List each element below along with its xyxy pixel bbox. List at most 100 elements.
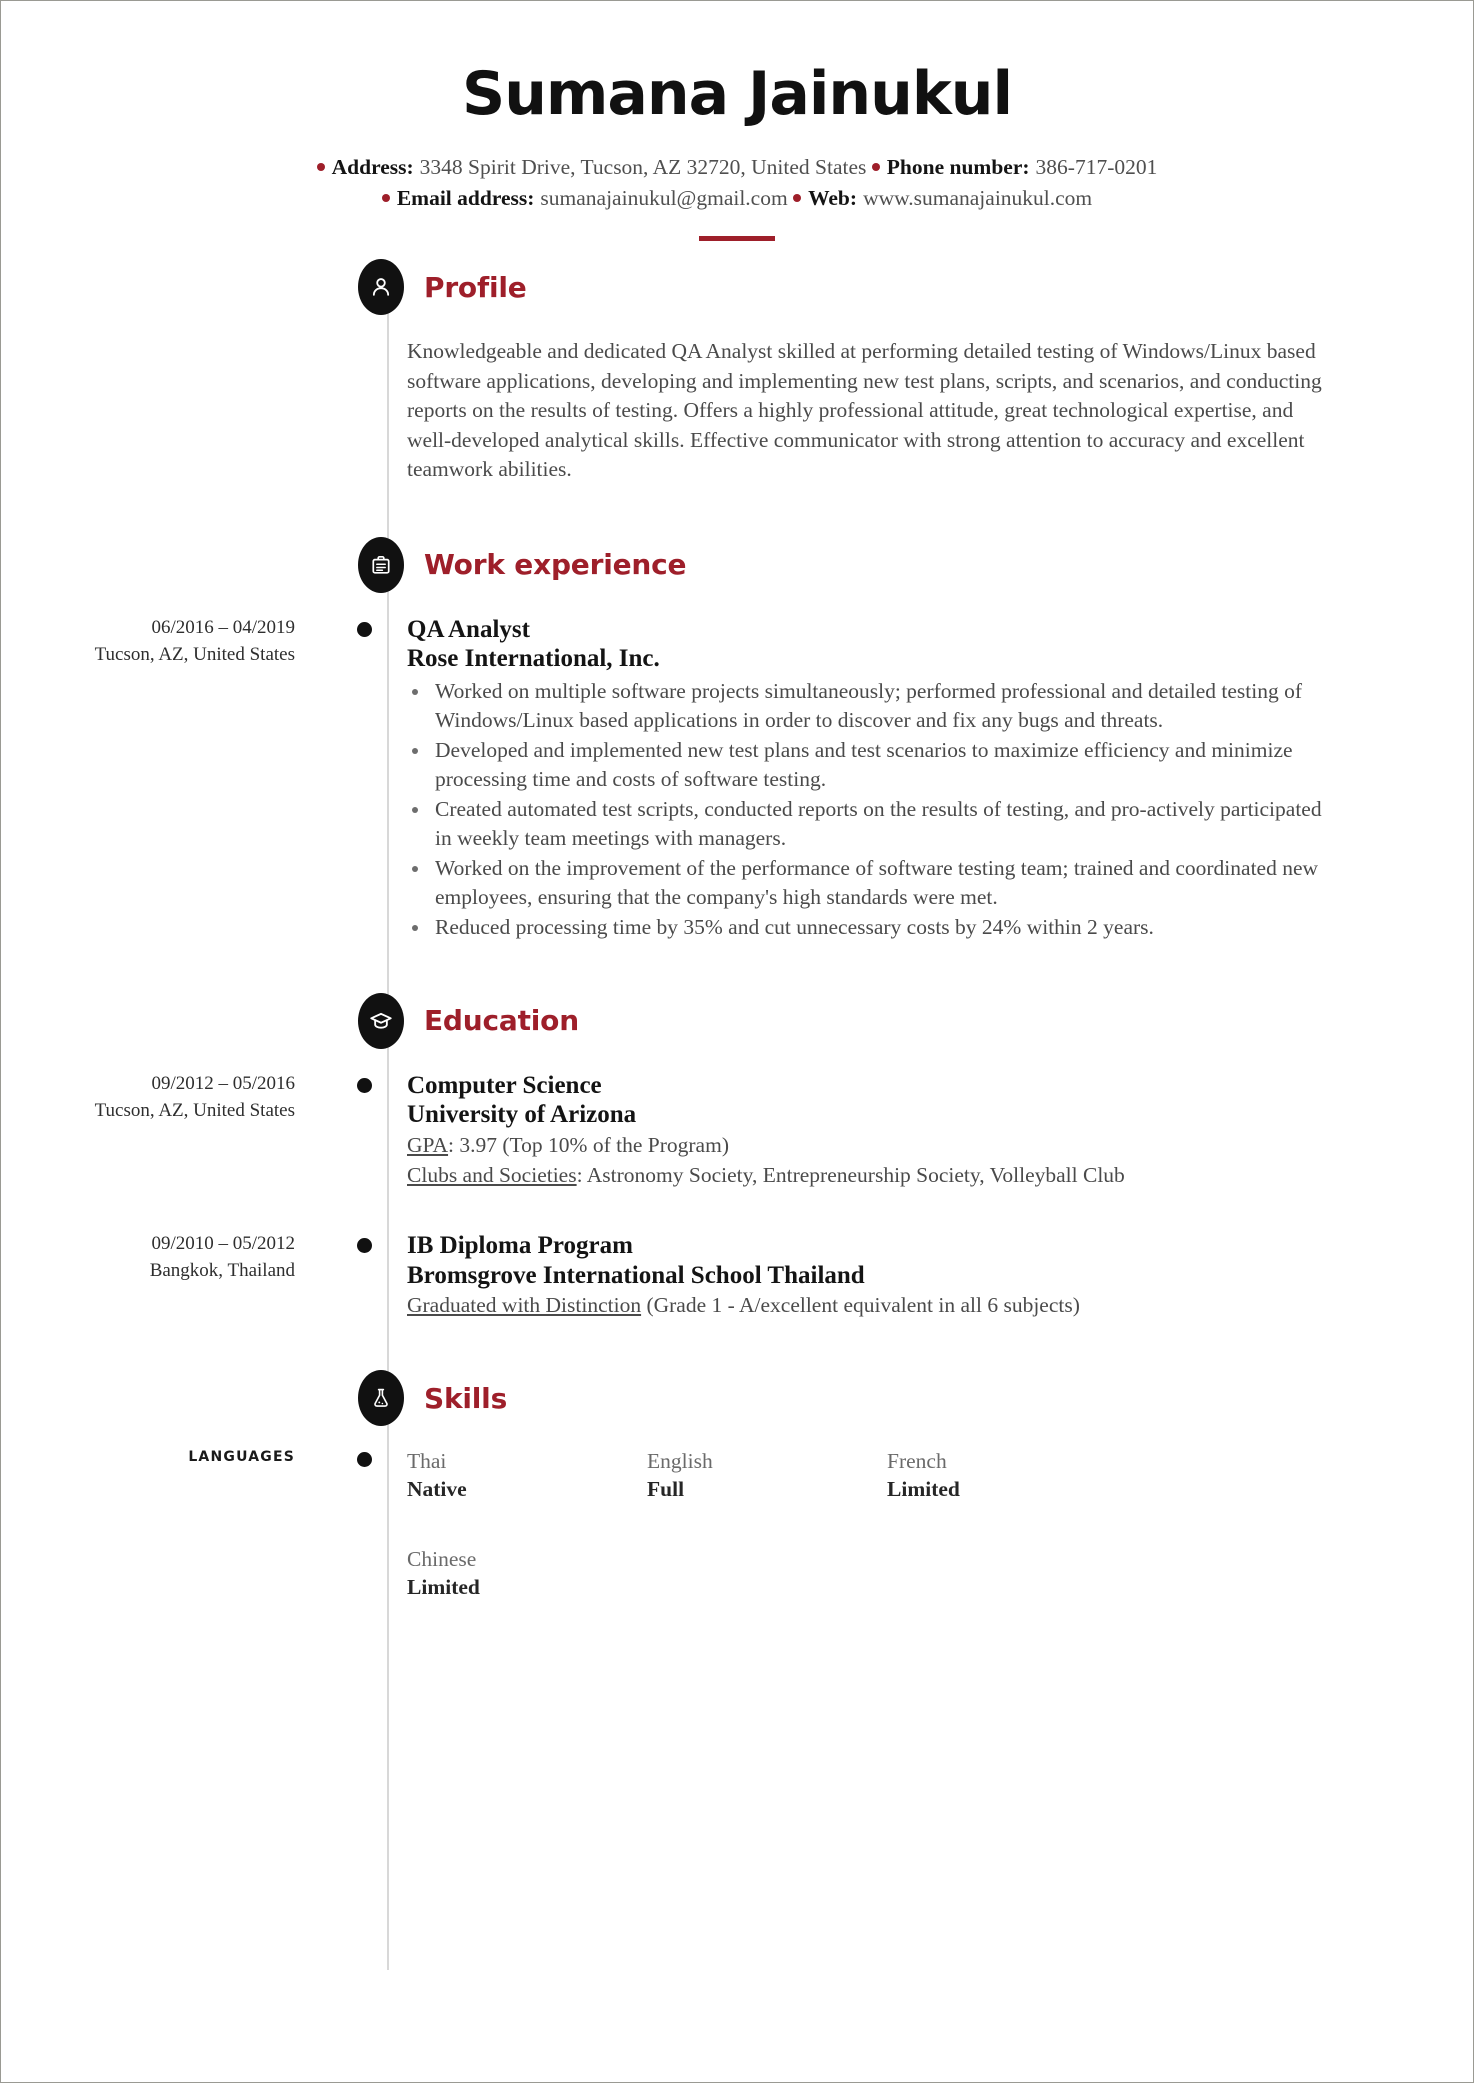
work-entry-title: QA Analyst bbox=[407, 615, 530, 643]
contact-line-1: Address: 3348 Spirit Drive, Tucson, AZ 32… bbox=[1, 152, 1473, 183]
section-profile: Profile Knowledgeable and dedicated QA A… bbox=[1, 259, 1473, 484]
language-name: French bbox=[887, 1449, 947, 1474]
section-title-profile: Profile bbox=[424, 270, 527, 304]
education-detail-value: : 3.97 (Top 10% of the Program) bbox=[448, 1132, 729, 1157]
education-entry-content: IB Diploma Program Bromsgrove Internatio… bbox=[387, 1231, 1473, 1320]
work-entry-organization: Rose International, Inc. bbox=[407, 645, 660, 673]
work-entry-location: Tucson, AZ, United States bbox=[94, 643, 295, 665]
bullet-dot-icon bbox=[316, 163, 325, 172]
contact-address-value: 3348 Spirit Drive, Tucson, AZ 32720, Uni… bbox=[419, 155, 867, 179]
section-title-work-experience: Work experience bbox=[424, 548, 687, 582]
contact-block: Address: 3348 Spirit Drive, Tucson, AZ 32… bbox=[1, 152, 1473, 214]
section-education: Education 09/2012 – 05/2016 Tucson, AZ, … bbox=[1, 992, 1473, 1320]
education-entry-node bbox=[341, 1071, 387, 1093]
section-title-education: Education bbox=[424, 1004, 579, 1038]
profile-node-col bbox=[341, 337, 387, 344]
education-detail-value: : Astronomy Society, Entrepreneurship So… bbox=[576, 1162, 1125, 1187]
education-entry-meta: 09/2012 – 05/2016 Tucson, AZ, United Sta… bbox=[1, 1071, 341, 1125]
work-entry-date: 06/2016 – 04/2019 bbox=[151, 616, 295, 638]
education-entry-degree: IB Diploma Program bbox=[407, 1232, 633, 1260]
contact-web-label: Web: bbox=[808, 186, 858, 211]
contact-email-value: sumanajainukul@gmail.com bbox=[540, 186, 788, 211]
skills-entry-meta: LANGUAGES bbox=[1, 1448, 341, 1468]
list-item: Worked on the improvement of the perform… bbox=[407, 854, 1339, 912]
contact-email-label: Email address: bbox=[396, 186, 535, 211]
contact-phone-value: 386-717-0201 bbox=[1035, 155, 1158, 179]
flask-icon bbox=[358, 1370, 404, 1427]
language-name: English bbox=[647, 1449, 713, 1474]
education-entry-location: Tucson, AZ, United States bbox=[94, 1099, 295, 1121]
contact-email: Email address: sumanajainukul@gmail.com bbox=[381, 186, 793, 211]
languages-grid: Thai Native English Full French Limited bbox=[407, 1448, 1339, 1644]
section-header-profile: Profile bbox=[358, 259, 1473, 316]
education-entry-location: Bangkok, Thailand bbox=[149, 1260, 295, 1282]
education-entry: 09/2012 – 05/2016 Tucson, AZ, United Sta… bbox=[1, 1071, 1473, 1190]
language-level: Limited bbox=[407, 1574, 480, 1599]
education-entry-detail: Clubs and Societies: Astronomy Society, … bbox=[407, 1161, 1339, 1190]
contact-web-value[interactable]: www.sumanajainukul.com bbox=[863, 186, 1092, 210]
education-detail-label: Clubs and Societies bbox=[407, 1162, 577, 1187]
list-item: Worked on multiple software projects sim… bbox=[407, 677, 1339, 735]
bullet-dot-icon bbox=[793, 194, 802, 203]
section-header-skills: Skills bbox=[358, 1370, 1473, 1427]
timeline-dot-icon bbox=[356, 621, 372, 637]
section-header-education: Education bbox=[358, 992, 1473, 1049]
resume-body: Profile Knowledgeable and dedicated QA A… bbox=[1, 259, 1473, 1971]
education-entry-node bbox=[341, 1231, 387, 1254]
profile-entry: Knowledgeable and dedicated QA Analyst s… bbox=[1, 337, 1473, 484]
education-entry-meta: 09/2010 – 05/2012 Bangkok, Thailand bbox=[1, 1231, 341, 1285]
contact-line-2: Email address: sumanajainukul@gmail.com W… bbox=[1, 183, 1473, 214]
list-item: Reduced processing time by 35% and cut u… bbox=[407, 913, 1339, 942]
skills-group-label: LANGUAGES bbox=[188, 1449, 295, 1466]
skills-entry-content: Thai Native English Full French Limited bbox=[387, 1448, 1473, 1644]
skills-entry-node bbox=[341, 1448, 387, 1468]
language-item: French Limited bbox=[887, 1448, 1127, 1504]
language-name: Chinese bbox=[407, 1547, 477, 1572]
contact-address: Address: 3348 Spirit Drive, Tucson, AZ 32… bbox=[316, 155, 872, 179]
education-detail-value: (Grade 1 - A/excellent equivalent in all… bbox=[641, 1293, 1080, 1318]
education-detail-label: GPA bbox=[407, 1132, 449, 1157]
work-entry-bullets: Worked on multiple software projects sim… bbox=[407, 677, 1339, 942]
bullet-dot-icon bbox=[871, 163, 880, 172]
education-entry-date: 09/2010 – 05/2012 bbox=[151, 1233, 295, 1255]
profile-main-col: Knowledgeable and dedicated QA Analyst s… bbox=[387, 337, 1473, 484]
language-item: Chinese Limited bbox=[407, 1546, 647, 1602]
timeline-dot-icon bbox=[356, 1452, 372, 1468]
resume-page: Sumana Jainukul Address: 3348 Spirit Driv… bbox=[0, 0, 1474, 2083]
language-level: Full bbox=[647, 1477, 685, 1502]
section-work-experience: Work experience 06/2016 – 04/2019 Tucson… bbox=[1, 536, 1473, 943]
contact-phone-label: Phone number: bbox=[886, 155, 1030, 179]
bullet-dot-icon bbox=[381, 194, 390, 203]
list-item: Developed and implemented new test plans… bbox=[407, 736, 1339, 794]
education-entry-date: 09/2012 – 05/2016 bbox=[151, 1072, 295, 1094]
header-divider bbox=[699, 236, 775, 242]
education-entry-degree: Computer Science bbox=[407, 1071, 602, 1099]
skills-entry: LANGUAGES Thai Native English Full Frenc… bbox=[1, 1448, 1473, 1644]
education-entry-detail: Graduated with Distinction (Grade 1 - A/… bbox=[407, 1291, 1339, 1320]
education-entry-school: University of Arizona bbox=[407, 1101, 637, 1129]
list-item: Created automated test scripts, conducte… bbox=[407, 795, 1339, 853]
profile-summary-text: Knowledgeable and dedicated QA Analyst s… bbox=[407, 339, 1322, 482]
contact-address-label: Address: bbox=[331, 155, 414, 179]
work-entry-meta: 06/2016 – 04/2019 Tucson, AZ, United Sta… bbox=[1, 615, 341, 669]
language-level: Limited bbox=[887, 1477, 960, 1502]
timeline-dot-icon bbox=[356, 1238, 372, 1254]
section-skills: Skills LANGUAGES Thai Native English Ful… bbox=[1, 1370, 1473, 1644]
language-level: Native bbox=[407, 1477, 467, 1502]
language-item: Thai Native bbox=[407, 1448, 647, 1504]
education-entry-detail: GPA: 3.97 (Top 10% of the Program) bbox=[407, 1131, 1339, 1160]
briefcase-icon bbox=[358, 536, 404, 593]
work-entry-content: QA Analyst Rose International, Inc. Work… bbox=[387, 615, 1473, 943]
section-header-work-experience: Work experience bbox=[358, 536, 1473, 593]
contact-web[interactable]: Web: www.sumanajainukul.com bbox=[793, 186, 1092, 210]
page-title: Sumana Jainukul bbox=[461, 59, 1013, 129]
education-entry: 09/2010 – 05/2012 Bangkok, Thailand IB D… bbox=[1, 1231, 1473, 1320]
contact-phone: Phone number: 386-717-0201 bbox=[871, 155, 1158, 179]
person-icon bbox=[358, 259, 404, 316]
language-item: English Full bbox=[647, 1448, 887, 1504]
education-detail-label: Graduated with Distinction bbox=[407, 1293, 642, 1318]
graduation-cap-icon bbox=[358, 992, 404, 1049]
work-entry: 06/2016 – 04/2019 Tucson, AZ, United Sta… bbox=[1, 615, 1473, 943]
resume-header: Sumana Jainukul Address: 3348 Spirit Driv… bbox=[1, 1, 1473, 242]
work-entry-node bbox=[341, 615, 387, 637]
